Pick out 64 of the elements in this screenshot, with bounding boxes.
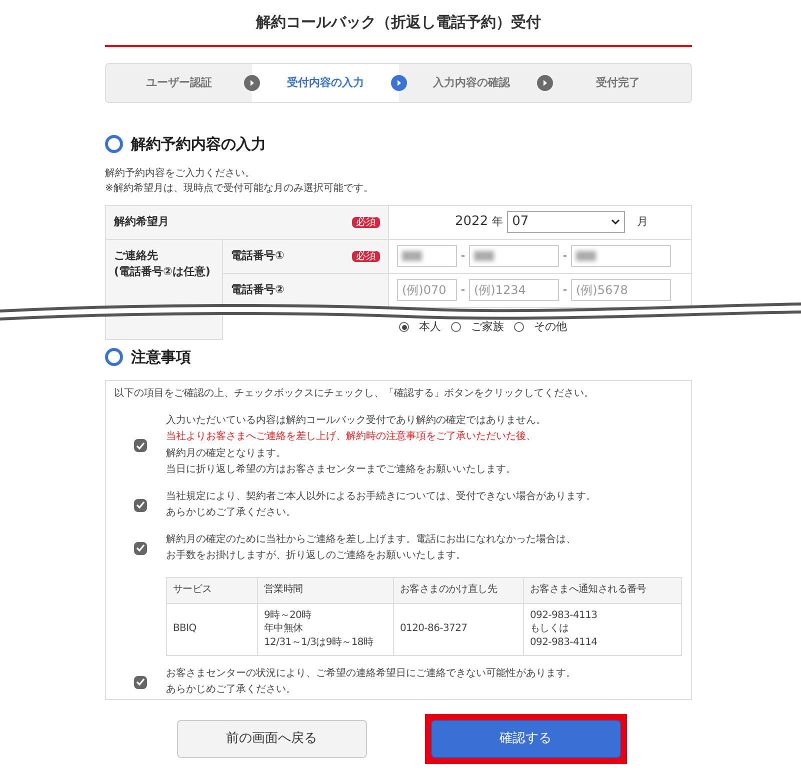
- heading-ring-icon: [105, 135, 123, 154]
- radio-button[interactable]: [514, 322, 524, 332]
- phone-field[interactable]: [570, 245, 671, 267]
- checkbox[interactable]: [134, 498, 146, 512]
- row-label: 解約希望月: [114, 214, 169, 230]
- step-tab[interactable]: ユーザー認証: [106, 64, 252, 102]
- table-header: 営業時間: [264, 583, 303, 597]
- table-cell: 9時～20時 年中無休 12/31～1/3は9時～18時: [257, 604, 393, 654]
- table-header: お客さまへ通知される番号: [530, 583, 646, 597]
- row-label: (電話番号②は任意): [114, 264, 212, 280]
- checkbox[interactable]: [134, 542, 146, 554]
- phone-field[interactable]: (例)1234: [468, 279, 559, 301]
- back-button[interactable]: 前の画面へ戻る: [176, 720, 366, 758]
- page-title: 解約コールバック（折返し電話予約）受付: [254, 12, 542, 33]
- required-badge: 必須: [352, 216, 380, 228]
- step-tab[interactable]: 入力内容の確認: [398, 64, 545, 102]
- radio-button[interactable]: [451, 322, 461, 332]
- confirm-button[interactable]: 確認する: [430, 720, 620, 758]
- separator-text: -: [461, 248, 465, 264]
- table-header: サービス: [173, 583, 212, 597]
- month-select[interactable]: 07: [507, 211, 626, 233]
- year-text: 2022: [455, 213, 488, 232]
- radio-label: その他: [534, 319, 567, 335]
- phone-field[interactable]: (例)5678: [570, 279, 671, 301]
- separator-text: -: [461, 282, 465, 298]
- notice-text: 解約月の確定のために当社からご連絡を差し上げます。電話にお出になれなかった場合は、: [166, 532, 576, 546]
- notice-text: 当社規定により、契約者ご本人以外によるお手続きについては、受付できない場合があります。: [166, 490, 596, 504]
- checkbox[interactable]: [134, 676, 146, 688]
- notice-text: あらかじめご了承ください。: [166, 506, 297, 520]
- instruction-text: 以下の項目をご確認の上、チェックボックスにチェックし、「確認する」ボタンをクリックしてください。: [114, 386, 595, 401]
- row-label: 電話番号②: [231, 282, 284, 298]
- table-cell: 092-983-4113 もしくは 092-983-4114: [523, 604, 681, 654]
- notice-text: お手数をお掛けしますが、折り返しのご連絡をお願いいたします。: [166, 548, 467, 563]
- notice-text: 当日に折り返し希望の方はお客さまセンターまでご連絡をお願いいたします。: [166, 462, 517, 477]
- step-tab[interactable]: 受付内容の入力: [252, 64, 398, 102]
- radio-button[interactable]: [399, 322, 409, 332]
- row-label: ご連絡先: [114, 248, 159, 264]
- step-tab[interactable]: 受付完了: [544, 64, 691, 102]
- table-header: お客さまのかけ直し先: [400, 583, 498, 597]
- required-badge: 必須: [352, 250, 380, 262]
- separator-text: -: [562, 248, 567, 264]
- heading-ring-icon: [105, 348, 123, 366]
- table-cell-text: BBIQ: [172, 622, 198, 636]
- table-cell: 0120-86-3727: [393, 604, 523, 654]
- phone-field[interactable]: (例)070: [397, 279, 457, 301]
- chevron-down-icon: [611, 219, 620, 225]
- radio-label: ご家族: [471, 319, 504, 335]
- intro-text: ※解約希望月は、現時点で受付可能な月のみ選択可能です。: [105, 182, 374, 196]
- year-unit: 年: [492, 214, 504, 230]
- warning-text: 当社よりお客さまへご連絡を差し上げ、解約時の注意事項をご了承いただいた後、: [166, 430, 537, 444]
- section-heading: 注意事項: [131, 346, 191, 368]
- radio-label: 本人: [419, 319, 441, 335]
- notice-text: 解約月の確定となります。: [166, 446, 287, 460]
- notice-text: お客さまセンターの状況により、ご希望の連絡希望日にご連絡できない可能性があります。: [166, 666, 576, 680]
- intro-text: 解約予約内容をご入力ください。: [105, 166, 256, 180]
- phone-field[interactable]: [397, 245, 457, 267]
- notice-text: あらかじめご了承ください。: [166, 683, 297, 697]
- month-unit: 月: [637, 214, 648, 230]
- separator-text: -: [562, 282, 567, 298]
- section-heading: 解約予約内容の入力: [131, 134, 266, 155]
- phone-field[interactable]: [468, 245, 559, 267]
- notice-text: 入力いただいている内容は解約コールバック受付であり解約の確定ではありません。: [166, 414, 546, 428]
- row-label: 電話番号①: [231, 248, 284, 264]
- checkbox[interactable]: [134, 439, 146, 452]
